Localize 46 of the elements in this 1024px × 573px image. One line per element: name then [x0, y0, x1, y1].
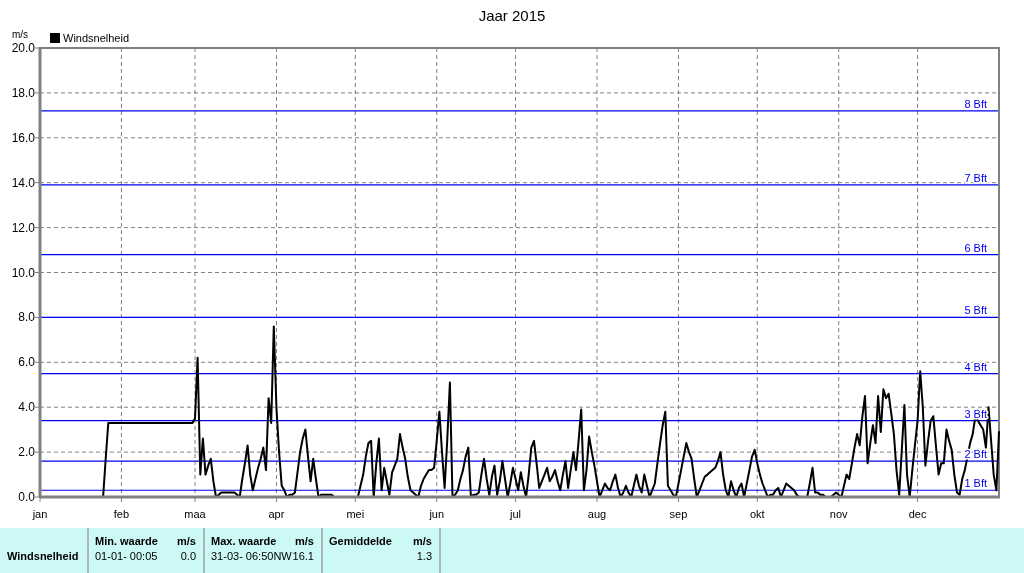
y-axis-label: 2.0	[18, 445, 35, 460]
y-axis-label: 14.0	[11, 175, 35, 190]
x-axis-label: mei	[346, 508, 365, 520]
y-axis-label: 12.0	[11, 220, 35, 235]
x-axis-label: apr	[268, 508, 285, 520]
x-axis-label: aug	[587, 508, 607, 520]
y-axis-label: 8.0	[18, 310, 35, 325]
legend-label: Windsnelheid	[63, 32, 130, 44]
y-axis-label: 6.0	[18, 355, 35, 370]
table-cell: 1.3	[416, 549, 432, 564]
table-cell: 16.1	[292, 549, 314, 564]
x-axis-label: jul	[510, 508, 522, 520]
x-axis-label: dec	[908, 508, 927, 520]
beaufort-label: 8 Bft	[964, 97, 987, 110]
x-axis-label: jun	[429, 508, 445, 520]
beaufort-label: 6 Bft	[964, 241, 987, 254]
beaufort-label: 1 Bft	[964, 477, 987, 490]
x-axis-label: nov	[829, 508, 848, 520]
x-axis-label: feb	[113, 508, 130, 520]
y-axis-label: 4.0	[18, 400, 35, 415]
column-header: Min. waarde	[95, 534, 158, 549]
unit-label: m/s	[295, 534, 314, 549]
y-axis-title: m/s	[12, 29, 29, 40]
y-axis-label: 20.0	[11, 41, 35, 55]
unit-label: m/s	[177, 534, 196, 549]
table-cell: 01-01- 00:05	[95, 549, 158, 564]
column-header: Gemiddelde	[329, 534, 392, 549]
beaufort-label: 7 Bft	[964, 171, 987, 184]
y-axis-label: 18.0	[11, 85, 35, 100]
y-axis-label: 0.0	[18, 490, 35, 504]
column-header: Max. waarde	[211, 534, 277, 549]
beaufort-label: 2 Bft	[964, 448, 987, 461]
row-label: Windsnelheid	[7, 550, 79, 562]
x-axis-label: maa	[184, 508, 206, 520]
table-cell: 0.0	[180, 549, 196, 564]
x-axis-label: sep	[669, 508, 688, 520]
chart-title: Jaar 2015	[478, 7, 546, 24]
beaufort-label: 3 Bft	[964, 407, 987, 420]
table-cell: 31-03- 06:50NW	[211, 549, 292, 564]
beaufort-label: 4 Bft	[964, 360, 987, 373]
x-axis-label: okt	[749, 508, 765, 520]
y-axis-label: 16.0	[11, 130, 35, 145]
beaufort-label: 5 Bft	[964, 304, 987, 317]
x-axis-label: jan	[32, 508, 48, 520]
unit-label: m/s	[413, 534, 432, 549]
y-axis-label: 10.0	[11, 265, 35, 280]
